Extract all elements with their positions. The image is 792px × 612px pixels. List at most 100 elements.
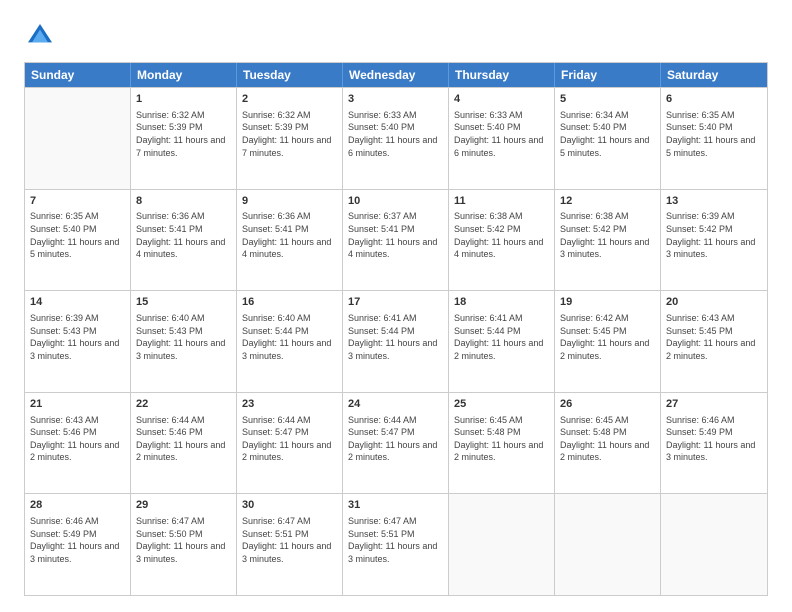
day-info: Sunrise: 6:42 AM Sunset: 5:45 PM Dayligh…: [560, 312, 655, 362]
day-cell-23: 23 Sunrise: 6:44 AM Sunset: 5:47 PM Dayli…: [237, 393, 343, 494]
day-number: 2: [242, 92, 337, 107]
empty-cell: [555, 494, 661, 595]
day-number: 3: [348, 92, 443, 107]
day-cell-28: 28 Sunrise: 6:46 AM Sunset: 5:49 PM Dayli…: [25, 494, 131, 595]
day-info: Sunrise: 6:46 AM Sunset: 5:49 PM Dayligh…: [666, 414, 762, 464]
day-info: Sunrise: 6:32 AM Sunset: 5:39 PM Dayligh…: [136, 109, 231, 159]
day-number: 1: [136, 92, 231, 107]
calendar-row-2: 7Sunrise: 6:35 AM Sunset: 5:40 PM Daylig…: [25, 189, 767, 291]
calendar-header: SundayMondayTuesdayWednesdayThursdayFrid…: [25, 63, 767, 87]
day-header-sunday: Sunday: [25, 63, 131, 87]
day-info: Sunrise: 6:47 AM Sunset: 5:50 PM Dayligh…: [136, 515, 231, 565]
day-number: 23: [242, 397, 337, 412]
calendar-row-1: 1 Sunrise: 6:32 AM Sunset: 5:39 PM Daylig…: [25, 87, 767, 189]
day-info: Sunrise: 6:35 AM Sunset: 5:40 PM Dayligh…: [666, 109, 762, 159]
day-info: Sunrise: 6:43 AM Sunset: 5:45 PM Dayligh…: [666, 312, 762, 362]
page: SundayMondayTuesdayWednesdayThursdayFrid…: [0, 0, 792, 612]
day-cell-11: 11Sunrise: 6:38 AM Sunset: 5:42 PM Dayli…: [449, 190, 555, 291]
empty-cell: [449, 494, 555, 595]
day-number: 27: [666, 397, 762, 412]
day-number: 30: [242, 498, 337, 513]
day-cell-19: 19 Sunrise: 6:42 AM Sunset: 5:45 PM Dayli…: [555, 291, 661, 392]
day-cell-16: 16 Sunrise: 6:40 AM Sunset: 5:44 PM Dayli…: [237, 291, 343, 392]
day-number: 9: [242, 194, 337, 209]
day-cell-27: 27 Sunrise: 6:46 AM Sunset: 5:49 PM Dayli…: [661, 393, 767, 494]
day-number: 18: [454, 295, 549, 310]
day-info: Sunrise: 6:38 AM Sunset: 5:42 PM Dayligh…: [560, 210, 655, 260]
empty-cell: [25, 88, 131, 189]
day-number: 13: [666, 194, 762, 209]
day-info: Sunrise: 6:41 AM Sunset: 5:44 PM Dayligh…: [454, 312, 549, 362]
day-cell-8: 8Sunrise: 6:36 AM Sunset: 5:41 PM Daylig…: [131, 190, 237, 291]
day-info: Sunrise: 6:35 AM Sunset: 5:40 PM Dayligh…: [30, 210, 125, 260]
day-number: 8: [136, 194, 231, 209]
day-header-wednesday: Wednesday: [343, 63, 449, 87]
day-info: Sunrise: 6:39 AM Sunset: 5:43 PM Dayligh…: [30, 312, 125, 362]
day-info: Sunrise: 6:44 AM Sunset: 5:47 PM Dayligh…: [242, 414, 337, 464]
header: [24, 20, 768, 52]
day-number: 19: [560, 295, 655, 310]
day-info: Sunrise: 6:37 AM Sunset: 5:41 PM Dayligh…: [348, 210, 443, 260]
day-cell-9: 9Sunrise: 6:36 AM Sunset: 5:41 PM Daylig…: [237, 190, 343, 291]
day-number: 11: [454, 194, 549, 209]
day-number: 6: [666, 92, 762, 107]
day-cell-31: 31 Sunrise: 6:47 AM Sunset: 5:51 PM Dayli…: [343, 494, 449, 595]
day-cell-5: 5 Sunrise: 6:34 AM Sunset: 5:40 PM Daylig…: [555, 88, 661, 189]
day-info: Sunrise: 6:41 AM Sunset: 5:44 PM Dayligh…: [348, 312, 443, 362]
day-cell-14: 14 Sunrise: 6:39 AM Sunset: 5:43 PM Dayli…: [25, 291, 131, 392]
day-cell-29: 29Sunrise: 6:47 AM Sunset: 5:50 PM Dayli…: [131, 494, 237, 595]
day-info: Sunrise: 6:46 AM Sunset: 5:49 PM Dayligh…: [30, 515, 125, 565]
logo: [24, 20, 60, 52]
day-header-thursday: Thursday: [449, 63, 555, 87]
calendar-row-5: 28 Sunrise: 6:46 AM Sunset: 5:49 PM Dayli…: [25, 493, 767, 595]
day-cell-13: 13Sunrise: 6:39 AM Sunset: 5:42 PM Dayli…: [661, 190, 767, 291]
day-info: Sunrise: 6:45 AM Sunset: 5:48 PM Dayligh…: [560, 414, 655, 464]
day-info: Sunrise: 6:33 AM Sunset: 5:40 PM Dayligh…: [348, 109, 443, 159]
day-number: 21: [30, 397, 125, 412]
day-info: Sunrise: 6:47 AM Sunset: 5:51 PM Dayligh…: [348, 515, 443, 565]
day-cell-24: 24 Sunrise: 6:44 AM Sunset: 5:47 PM Dayli…: [343, 393, 449, 494]
calendar-row-4: 21 Sunrise: 6:43 AM Sunset: 5:46 PM Dayli…: [25, 392, 767, 494]
day-number: 31: [348, 498, 443, 513]
day-info: Sunrise: 6:33 AM Sunset: 5:40 PM Dayligh…: [454, 109, 549, 159]
day-header-tuesday: Tuesday: [237, 63, 343, 87]
day-info: Sunrise: 6:36 AM Sunset: 5:41 PM Dayligh…: [242, 210, 337, 260]
day-header-monday: Monday: [131, 63, 237, 87]
day-cell-22: 22Sunrise: 6:44 AM Sunset: 5:46 PM Dayli…: [131, 393, 237, 494]
day-cell-15: 15Sunrise: 6:40 AM Sunset: 5:43 PM Dayli…: [131, 291, 237, 392]
day-number: 20: [666, 295, 762, 310]
day-number: 5: [560, 92, 655, 107]
day-cell-7: 7Sunrise: 6:35 AM Sunset: 5:40 PM Daylig…: [25, 190, 131, 291]
day-cell-4: 4 Sunrise: 6:33 AM Sunset: 5:40 PM Daylig…: [449, 88, 555, 189]
day-info: Sunrise: 6:34 AM Sunset: 5:40 PM Dayligh…: [560, 109, 655, 159]
day-number: 4: [454, 92, 549, 107]
day-info: Sunrise: 6:40 AM Sunset: 5:44 PM Dayligh…: [242, 312, 337, 362]
day-cell-21: 21 Sunrise: 6:43 AM Sunset: 5:46 PM Dayli…: [25, 393, 131, 494]
day-cell-20: 20 Sunrise: 6:43 AM Sunset: 5:45 PM Dayli…: [661, 291, 767, 392]
day-number: 28: [30, 498, 125, 513]
day-cell-1: 1 Sunrise: 6:32 AM Sunset: 5:39 PM Daylig…: [131, 88, 237, 189]
day-info: Sunrise: 6:43 AM Sunset: 5:46 PM Dayligh…: [30, 414, 125, 464]
day-info: Sunrise: 6:40 AM Sunset: 5:43 PM Dayligh…: [136, 312, 231, 362]
day-number: 14: [30, 295, 125, 310]
day-cell-17: 17Sunrise: 6:41 AM Sunset: 5:44 PM Dayli…: [343, 291, 449, 392]
day-number: 7: [30, 194, 125, 209]
day-info: Sunrise: 6:44 AM Sunset: 5:47 PM Dayligh…: [348, 414, 443, 464]
day-info: Sunrise: 6:47 AM Sunset: 5:51 PM Dayligh…: [242, 515, 337, 565]
day-info: Sunrise: 6:39 AM Sunset: 5:42 PM Dayligh…: [666, 210, 762, 260]
day-info: Sunrise: 6:44 AM Sunset: 5:46 PM Dayligh…: [136, 414, 231, 464]
day-number: 12: [560, 194, 655, 209]
day-cell-12: 12Sunrise: 6:38 AM Sunset: 5:42 PM Dayli…: [555, 190, 661, 291]
day-cell-26: 26 Sunrise: 6:45 AM Sunset: 5:48 PM Dayli…: [555, 393, 661, 494]
day-number: 24: [348, 397, 443, 412]
day-info: Sunrise: 6:45 AM Sunset: 5:48 PM Dayligh…: [454, 414, 549, 464]
empty-cell: [661, 494, 767, 595]
day-number: 10: [348, 194, 443, 209]
day-number: 26: [560, 397, 655, 412]
day-number: 25: [454, 397, 549, 412]
day-info: Sunrise: 6:32 AM Sunset: 5:39 PM Dayligh…: [242, 109, 337, 159]
generalblue-logo-icon: [24, 20, 56, 52]
day-number: 16: [242, 295, 337, 310]
day-cell-30: 30 Sunrise: 6:47 AM Sunset: 5:51 PM Dayli…: [237, 494, 343, 595]
calendar-body: 1 Sunrise: 6:32 AM Sunset: 5:39 PM Daylig…: [25, 87, 767, 595]
